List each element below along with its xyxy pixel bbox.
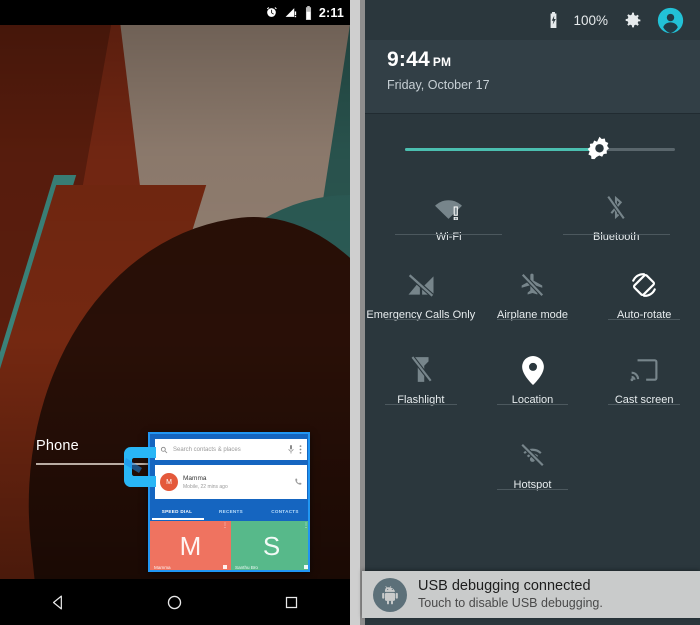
back-icon <box>52 595 62 609</box>
notification-title: USB debugging connected <box>418 578 591 595</box>
tile-cast-screen[interactable]: Cast screen <box>588 341 700 426</box>
qs-date: Friday, October 17 <box>387 78 490 92</box>
tile-rule <box>608 319 680 320</box>
quick-settings-screen: 100% 9:44 PM Friday, October 17 Wi-Fi Bl… <box>350 0 700 625</box>
dialer-contact-row[interactable]: M Mamma Mobile, 22 mins ago <box>155 465 307 499</box>
header-divider <box>365 113 700 114</box>
notification-subtitle: Touch to disable USB debugging. <box>418 596 603 611</box>
speed-dial-tile[interactable]: M ⋮ Mamma <box>150 521 231 570</box>
tile-hotspot[interactable]: Hotspot <box>477 426 589 511</box>
brightness-fill <box>405 148 600 151</box>
tile-airplane-mode[interactable]: Airplane mode <box>477 256 589 341</box>
tile-emergency-calls-only[interactable]: Emergency Calls Only <box>365 256 477 341</box>
tile-wifi[interactable]: Wi-Fi <box>365 178 533 256</box>
brightness-sun-icon[interactable] <box>585 135 614 164</box>
auto-rotate-icon <box>630 268 658 302</box>
back-button[interactable] <box>36 586 80 618</box>
battery-icon <box>305 5 311 20</box>
wifi-warning-icon <box>434 190 463 224</box>
speed-dial-tile[interactable]: S ⋮ Santhu Bro <box>231 521 308 570</box>
left-status-bar: 2:11 <box>0 0 350 25</box>
alarm-icon <box>266 7 277 17</box>
tab-recents[interactable]: RECENTS <box>204 509 258 514</box>
recents-icon <box>286 596 298 608</box>
tile-row: Flashlight Location Cast screen <box>365 341 700 426</box>
contact-name: Mamma <box>183 475 207 483</box>
tile-rule <box>608 404 680 405</box>
tile-rule <box>395 234 503 235</box>
dialer-app-preview[interactable]: Search contacts & places M Mamma Mobile,… <box>148 432 310 572</box>
speed-dial-grid: M ⋮ Mamma S ⋮ Santhu Bro <box>150 521 308 570</box>
bluetooth-off-icon <box>604 190 628 224</box>
tile-row: Wi-Fi Bluetooth <box>365 178 700 256</box>
tile-rule <box>385 319 457 320</box>
location-pin-icon <box>521 353 544 387</box>
home-screen: 2:11 Phone Search contacts & places M Ma… <box>0 0 350 625</box>
speed-dial-badge <box>304 565 308 569</box>
tile-row: Hotspot <box>365 426 700 511</box>
tile-label: Wi-Fi <box>435 231 462 243</box>
recents-button[interactable] <box>270 586 314 618</box>
clock-header: 9:44 PM Friday, October 17 <box>365 40 700 113</box>
gear-icon[interactable] <box>622 10 643 31</box>
screenshot-root: 2:11 Phone Search contacts & places M Ma… <box>0 0 700 625</box>
home-icon <box>168 595 182 609</box>
qs-time-value: 9:44 <box>387 48 430 71</box>
battery-percent: 100% <box>573 12 608 28</box>
flashlight-off-icon <box>410 353 432 387</box>
dialer-search-bar[interactable]: Search contacts & places <box>155 439 307 460</box>
qs-time-ampm: PM <box>432 55 452 69</box>
quick-settings-panel: 100% 9:44 PM Friday, October 17 Wi-Fi Bl… <box>365 0 700 625</box>
tile-rule <box>496 489 569 490</box>
dialer-tabs[interactable]: SPEED DIAL RECENTS CONTACTS <box>150 504 308 519</box>
user-avatar-icon[interactable] <box>657 7 684 34</box>
tile-label: Bluetooth <box>593 231 640 243</box>
brightness-slider[interactable] <box>365 123 700 175</box>
right-status-bar: 100% <box>365 0 700 40</box>
tile-flashlight[interactable]: Flashlight <box>365 341 477 426</box>
tile-location[interactable]: Location <box>477 341 589 426</box>
speed-dial-name: Mamma <box>154 565 171 570</box>
panel-edge <box>350 0 360 625</box>
microphone-icon[interactable] <box>288 445 294 454</box>
speed-dial-name: Santhu Bro <box>235 565 258 570</box>
tile-grid: Wi-Fi Bluetooth Emergency Calls Only Air… <box>365 178 700 511</box>
tab-indicator <box>152 518 204 520</box>
qs-time: 9:44 PM <box>387 48 700 72</box>
phone-call-icon[interactable] <box>294 478 302 486</box>
signal-off-icon <box>406 268 436 302</box>
tile-bluetooth[interactable]: Bluetooth <box>533 178 700 256</box>
speed-dial-badge <box>223 565 227 569</box>
tile-auto-rotate[interactable]: Auto-rotate <box>588 256 700 341</box>
overflow-menu-icon[interactable]: ⋮ <box>222 523 228 529</box>
tab-contacts[interactable]: CONTACTS <box>258 509 308 514</box>
tile-spacer <box>588 426 700 511</box>
overflow-menu-icon[interactable] <box>299 445 302 454</box>
android-robot-icon <box>373 577 407 612</box>
contact-subtitle: Mobile, 22 mins ago <box>183 483 228 490</box>
home-button[interactable] <box>153 586 197 618</box>
speed-dial-letter: M <box>179 531 202 561</box>
battery-charging-icon <box>551 12 557 28</box>
tile-row: Emergency Calls Only Airplane mode Auto-… <box>365 256 700 341</box>
navigation-bar <box>0 579 350 625</box>
cast-screen-icon <box>630 353 658 387</box>
airplane-off-icon <box>519 268 546 302</box>
tile-rule <box>385 404 457 405</box>
phone-handset-icon[interactable] <box>120 444 166 496</box>
dialer-search-placeholder: Search contacts & places <box>173 446 241 453</box>
usb-debugging-notification[interactable]: USB debugging connected Touch to disable… <box>362 571 700 618</box>
tile-rule <box>496 404 569 405</box>
brightness-track[interactable] <box>405 148 675 151</box>
tab-speed-dial[interactable]: SPEED DIAL <box>150 509 204 514</box>
left-clock: 2:11 <box>318 5 344 20</box>
tile-spacer <box>365 426 477 511</box>
speed-dial-letter: S <box>262 531 281 561</box>
overflow-menu-icon[interactable]: ⋮ <box>303 523 308 529</box>
signal-icon <box>285 8 297 18</box>
tile-rule <box>562 234 670 235</box>
hotspot-off-icon <box>519 438 546 472</box>
tile-rule <box>496 319 569 320</box>
